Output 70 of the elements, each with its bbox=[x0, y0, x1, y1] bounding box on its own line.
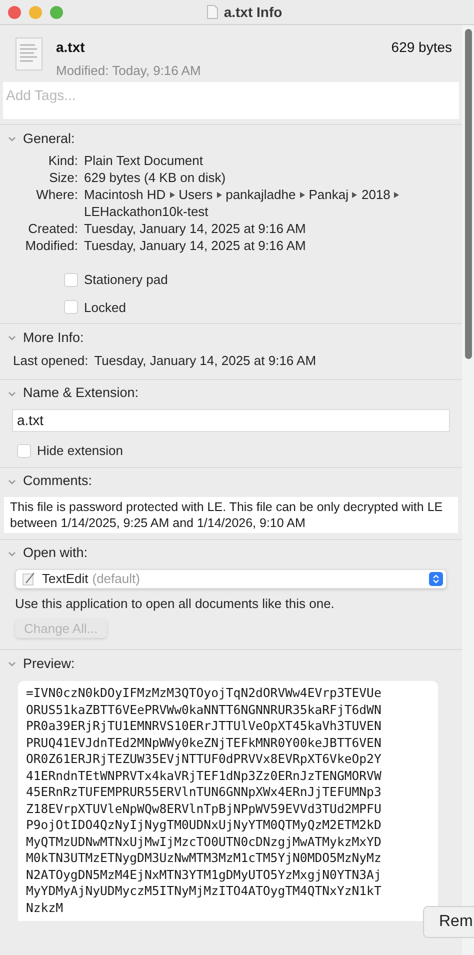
preview-text-line: Z18EVrpXTUVleNpWQw8ERVlnTpBjNPpWV59EVVd3TUd2MPFU bbox=[26, 800, 382, 817]
info-value: Tuesday, January 14, 2025 at 9:16 AM bbox=[84, 237, 307, 254]
info-value: 629 bytes (4 KB on disk) bbox=[84, 169, 227, 186]
file-size: 629 bytes bbox=[391, 38, 452, 57]
info-value: Tuesday, January 14, 2025 at 9:16 AM bbox=[94, 352, 316, 370]
info-value: Plain Text Document bbox=[84, 152, 204, 169]
app-dropdown[interactable]: TextEdit (default) bbox=[15, 568, 447, 588]
preview-text-line: NzkzM bbox=[26, 900, 64, 916]
path-arrow-icon bbox=[216, 192, 222, 198]
checkbox-label: Hide extension bbox=[37, 442, 123, 460]
chevron-down-icon[interactable] bbox=[7, 333, 17, 343]
default-note: (default) bbox=[92, 570, 140, 588]
file-name: a.txt bbox=[56, 38, 86, 57]
preview-text-line: PRUQ41EVJdnTEd2MNpWWy0keZNjTEFkMNR0Y00keJBTT6VEN bbox=[26, 734, 382, 751]
info-value: Tuesday, January 14, 2025 at 9:16 AM bbox=[84, 220, 307, 237]
info-label: Where: bbox=[35, 186, 78, 204]
path-component: 2018 bbox=[361, 186, 390, 203]
checkbox[interactable] bbox=[64, 300, 78, 314]
tags-field[interactable]: Add Tags... bbox=[3, 82, 459, 119]
checkbox[interactable] bbox=[64, 272, 78, 287]
path-component: LEHackathon10k-test bbox=[84, 203, 208, 220]
preview-text-line: MyQTMzUDNwMTNxUjMwIjMzcTO0UTN0cDNzgjMwATMykzMxYD bbox=[26, 834, 382, 850]
notepad-icon bbox=[22, 572, 36, 586]
section-title[interactable]: Open with: bbox=[23, 543, 88, 564]
preview-text-line: M0kTN3UTMzETNygDM3UzNwMTM3MzM1cTM5YjN0MDO5MzNyMz bbox=[26, 850, 382, 866]
path-arrow-icon bbox=[352, 192, 358, 198]
minimize-button[interactable] bbox=[29, 6, 42, 18]
section-title[interactable]: Comments: bbox=[23, 471, 92, 492]
preview-text-line: MyYDMyAjNyUDMyczM5ITNyMjMzITO4ATOygTM4QTNxYzN1kT bbox=[26, 883, 382, 900]
section-title[interactable]: More Info: bbox=[23, 328, 84, 348]
close-button[interactable] bbox=[8, 6, 21, 18]
remove-button[interactable]: Rem bbox=[423, 906, 474, 938]
path-component: Users bbox=[178, 186, 213, 203]
path-arrow-icon bbox=[394, 192, 400, 198]
preview-text-line: =IVN0czN0kDOyIFMzMzM3QTOyojTqN2dORVWw4EVrp3TEVUe bbox=[26, 685, 382, 702]
preview-text-line: 41ERndnTEtWNPRVTx4kaVRjTEF1dNp3Zz0ERnJzTENGMORVW bbox=[26, 768, 382, 784]
info-label: Kind: bbox=[47, 152, 78, 169]
chevron-down-icon[interactable] bbox=[7, 659, 17, 669]
section-title[interactable]: Preview: bbox=[23, 654, 75, 674]
section-title[interactable]: General: bbox=[23, 128, 75, 150]
window-title: a.txt Info bbox=[224, 2, 282, 22]
path-component: Macintosh HD bbox=[84, 186, 166, 203]
info-label: Created: bbox=[27, 220, 78, 237]
path-arrow-icon bbox=[300, 192, 305, 198]
info-label: Size: bbox=[48, 169, 78, 186]
document-icon bbox=[206, 5, 218, 19]
path-component: pankajladhe bbox=[226, 186, 296, 203]
preview-text-line: ORUS51kaZBTT6VEePRVWw0kaNNTT6NGNNRUR35kaRFjT6dWN bbox=[26, 702, 382, 718]
zoom-button[interactable] bbox=[50, 6, 63, 18]
checkbox-label: Stationery pad bbox=[84, 271, 168, 289]
comments-field[interactable]: This file is password protected with LE. This file can be only decrypted with LE between 1/14/2025, 9:25 AM and 1/14/2026, 9:10 AM bbox=[4, 496, 458, 532]
path-arrow-icon bbox=[170, 192, 175, 198]
info-label: Modified: bbox=[24, 237, 78, 254]
stepper-icon bbox=[429, 572, 443, 586]
path-component: Pankaj bbox=[308, 186, 348, 203]
app-name: TextEdit bbox=[42, 570, 88, 588]
checkbox[interactable] bbox=[17, 444, 31, 458]
preview-text-line: N2ATOygDN5MzM4EjNxMTN3YTM1gDMyUTO5YzMxgjN0YTN3Aj bbox=[26, 866, 382, 883]
chevron-down-icon[interactable] bbox=[7, 134, 17, 144]
preview-text-line: OR0Z61ERJRjTEZUW35EVjNTTUF0dPRVVx8EVRpXT6VkeOp2Y bbox=[26, 751, 382, 768]
info-label: Last opened: bbox=[13, 352, 88, 370]
name-field[interactable]: a.txt bbox=[12, 408, 450, 432]
modified-date: Modified: Today, 9:16 AM bbox=[56, 62, 202, 80]
checkbox-label: Locked bbox=[84, 298, 126, 316]
preview-text-line: PR0a39ERjRjTU1EMNRVS10ERrJTTUlVeOpXT45kaVh3TUVEN bbox=[26, 718, 382, 734]
preview-text-line: P9ojOtIDO4QzNyIjNygTM0UDNxUjNyYTM0QTMyQzM2ETM2kD bbox=[26, 817, 382, 834]
preview-text-line: 45ERnRzTUFEMPRUR55ERVlnTUN6GNNpXWx4ERnJjTEFUMNp3 bbox=[26, 784, 382, 800]
text-file-icon bbox=[15, 37, 43, 71]
hint-text: Use this application to open all documents like this one. bbox=[15, 594, 336, 613]
section-title[interactable]: Name & Extension: bbox=[23, 383, 139, 404]
